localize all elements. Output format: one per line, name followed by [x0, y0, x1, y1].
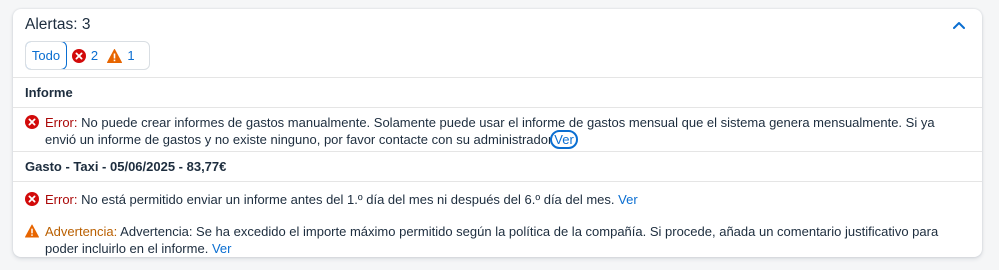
filter-all-button[interactable]: Todo: [26, 42, 67, 69]
message-item: Advertencia: Advertencia: Se ha excedido…: [13, 215, 982, 257]
alerts-title: Alertas: 3: [25, 16, 91, 33]
warning-icon: [25, 224, 39, 238]
error-count: 2: [90, 48, 99, 63]
group-title-gasto: Gasto - Taxi - 05/06/2025 - 83,77€: [13, 152, 982, 182]
message-text: Error: No puede crear informes de gastos…: [45, 114, 966, 149]
view-link[interactable]: Ver: [550, 130, 578, 149]
message-body: No puede crear informes de gastos manual…: [45, 115, 935, 147]
message-item: Error: No puede crear informes de gastos…: [13, 108, 982, 152]
message-type-label: Error:: [45, 192, 78, 207]
error-icon: [25, 192, 39, 206]
warning-count: 1: [127, 48, 135, 63]
message-type-label: Advertencia:: [45, 224, 118, 239]
view-link[interactable]: Ver: [212, 241, 232, 256]
message-body: No está permitido enviar un informe ante…: [81, 192, 615, 207]
message-text: Error: No está permitido enviar un infor…: [45, 191, 966, 208]
filter-segmented-button: Todo 2 1: [25, 41, 150, 70]
error-icon: [25, 115, 39, 129]
message-type-label: Error:: [45, 115, 78, 130]
group-title-informe: Informe: [13, 78, 982, 108]
filter-warnings-button[interactable]: 1: [103, 42, 139, 69]
collapse-button[interactable]: [948, 14, 970, 36]
view-link[interactable]: Ver: [618, 192, 638, 207]
message-text: Advertencia: Advertencia: Se ha excedido…: [45, 223, 966, 257]
message-item: Error: No está permitido enviar un infor…: [13, 182, 982, 215]
filter-all-label: Todo: [31, 48, 61, 63]
warning-icon: [107, 48, 123, 63]
alerts-header: Alertas: 3: [13, 9, 982, 41]
message-body: Advertencia: Se ha excedido el importe m…: [45, 224, 939, 256]
chevron-up-icon: [953, 22, 965, 29]
filter-errors-button[interactable]: 2: [67, 42, 103, 69]
alerts-panel: Alertas: 3 Todo 2 1 Informe Error: No pu…: [13, 9, 982, 257]
error-icon: [71, 48, 86, 63]
